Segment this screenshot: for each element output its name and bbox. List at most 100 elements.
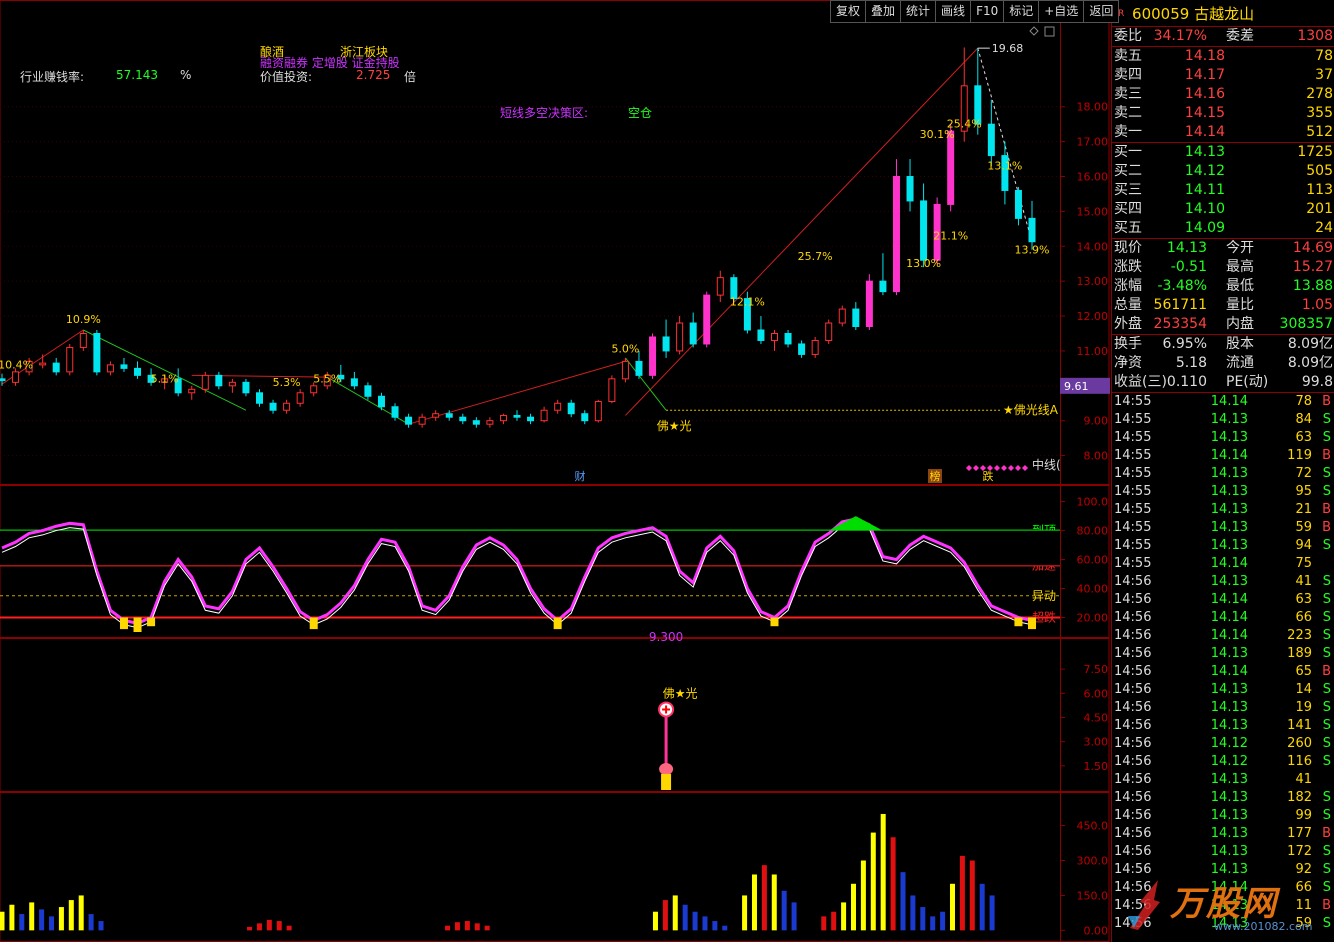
candle[interactable] xyxy=(621,360,629,380)
candle[interactable] xyxy=(567,402,575,415)
toolbar-add-watchlist-button[interactable]: +自选 xyxy=(1039,0,1085,23)
candle[interactable] xyxy=(106,364,114,373)
candle[interactable] xyxy=(79,332,87,348)
quote-label-2: 今开 xyxy=(1226,240,1254,256)
candle[interactable] xyxy=(554,402,562,411)
quote-label-2: 最低 xyxy=(1226,278,1254,294)
weibi-label: 委比 xyxy=(1114,28,1142,44)
candle[interactable] xyxy=(269,402,277,411)
toolbar-f10-button[interactable]: F10 xyxy=(971,0,1005,23)
volume-bar xyxy=(672,895,678,931)
candle[interactable] xyxy=(201,374,209,390)
candle[interactable] xyxy=(120,364,128,369)
candle[interactable] xyxy=(947,130,955,205)
candle[interactable] xyxy=(39,362,47,366)
pct-label: 12.1% xyxy=(730,296,765,309)
candle[interactable] xyxy=(12,371,20,383)
candle[interactable] xyxy=(391,406,399,418)
kline-chart-area[interactable]: 18.00 17.00 16.00 15.00 14.00 13.00 12.00 11.00… xyxy=(0,0,1110,942)
candle[interactable] xyxy=(892,176,900,293)
diamond-icon[interactable] xyxy=(1029,26,1039,36)
candle[interactable] xyxy=(310,385,318,394)
candle[interactable] xyxy=(852,308,860,328)
candle[interactable] xyxy=(825,322,833,341)
candle[interactable] xyxy=(865,280,873,328)
volume-bar xyxy=(940,911,946,931)
bid-row: 买一 14.13 1725 xyxy=(1112,143,1334,162)
tick-price: 14.13 xyxy=(1210,808,1248,823)
candle[interactable] xyxy=(1028,217,1036,243)
candle[interactable] xyxy=(540,409,548,422)
candle[interactable] xyxy=(716,277,724,296)
candle[interactable] xyxy=(445,413,453,418)
candle[interactable] xyxy=(920,200,928,261)
candle[interactable] xyxy=(66,346,74,373)
candle[interactable] xyxy=(364,385,372,397)
signal-base xyxy=(661,773,672,790)
toolbar-mark-button[interactable]: 标记 xyxy=(1004,0,1040,23)
bid-row: 买四 14.10 201 xyxy=(1112,200,1334,219)
candle[interactable] xyxy=(594,401,602,422)
toolbar-draw-button[interactable]: 画线 xyxy=(936,0,972,23)
industry-value: 57.143 xyxy=(116,68,158,82)
candle[interactable] xyxy=(472,420,480,425)
candle[interactable] xyxy=(608,378,616,403)
candle[interactable] xyxy=(486,420,494,425)
tick-time: 14:55 xyxy=(1114,538,1152,553)
candle[interactable] xyxy=(256,392,263,404)
candle[interactable] xyxy=(987,123,995,157)
candle[interactable] xyxy=(1014,189,1022,219)
toolbar-fuquan-button[interactable]: 复权 xyxy=(830,0,867,23)
maximize-icon[interactable] xyxy=(1044,26,1055,37)
candle[interactable] xyxy=(649,336,657,376)
candle[interactable] xyxy=(228,381,236,387)
candle[interactable] xyxy=(283,402,291,411)
tick-list[interactable]: 14:55 14.14 78 B 14:55 14.13 84 S 14:55 14.13 63 S 1… xyxy=(1112,393,1334,933)
tick-row: 14:56 14.12 116 S xyxy=(1112,753,1334,771)
candle[interactable] xyxy=(377,395,385,408)
candle[interactable] xyxy=(811,339,819,355)
candle[interactable] xyxy=(581,413,589,422)
kdj-tick-label: 20.00 xyxy=(1077,612,1109,625)
candle[interactable] xyxy=(188,388,196,394)
candle[interactable] xyxy=(703,294,711,345)
candle[interactable] xyxy=(134,367,142,376)
candle[interactable] xyxy=(784,332,792,345)
candle[interactable] xyxy=(459,416,467,422)
ask-volume: 278 xyxy=(1306,86,1333,102)
candle[interactable] xyxy=(879,280,887,293)
candle[interactable] xyxy=(676,322,684,352)
toolbar-stats-button[interactable]: 统计 xyxy=(901,0,937,23)
candle[interactable] xyxy=(0,378,6,382)
candle[interactable] xyxy=(527,416,535,422)
tick-side: S xyxy=(1322,484,1331,499)
candle[interactable] xyxy=(242,381,250,394)
candle[interactable] xyxy=(405,416,413,425)
candle[interactable] xyxy=(662,336,670,352)
badge-cai: 财 xyxy=(575,469,586,483)
candle[interactable] xyxy=(432,413,440,418)
fundamental-label: 净资 xyxy=(1114,355,1142,371)
candle[interactable] xyxy=(52,362,60,373)
candle[interactable] xyxy=(838,308,846,324)
toolbar-back-button[interactable]: 返回 xyxy=(1084,0,1120,23)
candle[interactable] xyxy=(499,414,507,422)
candle[interactable] xyxy=(418,416,426,425)
candle[interactable] xyxy=(215,374,223,387)
toolbar-overlay-button[interactable]: 叠加 xyxy=(866,0,902,23)
candle[interactable] xyxy=(757,329,765,341)
ask-row: 卖四 14.17 37 xyxy=(1112,66,1334,85)
candle[interactable] xyxy=(771,332,778,341)
volume-bar xyxy=(49,916,55,931)
candle[interactable] xyxy=(296,392,304,404)
candle[interactable] xyxy=(906,176,914,202)
candle[interactable] xyxy=(798,343,806,355)
signal-tick-label: 6.00 xyxy=(1084,687,1109,700)
pct-label: 13.9% xyxy=(1015,243,1050,256)
candle[interactable] xyxy=(513,414,521,418)
candle[interactable] xyxy=(93,332,101,373)
volume-bar xyxy=(930,916,936,931)
candle[interactable] xyxy=(635,360,643,376)
candle[interactable] xyxy=(350,378,358,387)
candle[interactable] xyxy=(689,322,697,345)
